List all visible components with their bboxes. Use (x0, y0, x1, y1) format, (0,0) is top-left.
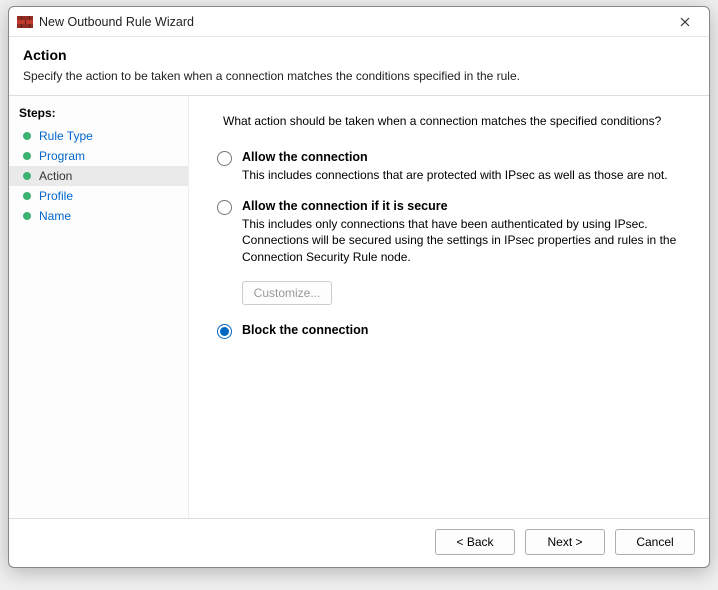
steps-sidebar: Steps: Rule Type Program Action Profile … (9, 96, 189, 518)
main-panel: What action should be taken when a conne… (189, 96, 709, 518)
option-title: Block the connection (242, 323, 685, 337)
option-title: Allow the connection if it is secure (242, 199, 685, 213)
step-bullet-icon (23, 152, 31, 160)
option-body: Allow the connection if it is secure Thi… (242, 199, 685, 265)
next-button[interactable]: Next > (525, 529, 605, 555)
back-button[interactable]: < Back (435, 529, 515, 555)
cancel-button[interactable]: Cancel (615, 529, 695, 555)
close-button[interactable] (665, 8, 705, 36)
step-bullet-icon (23, 212, 31, 220)
wizard-header: Action Specify the action to be taken wh… (9, 37, 709, 96)
radio-allow-secure[interactable] (217, 200, 232, 215)
step-bullet-icon (23, 172, 31, 180)
step-label: Program (39, 149, 85, 163)
radio-allow[interactable] (217, 151, 232, 166)
option-allow[interactable]: Allow the connection This includes conne… (217, 150, 685, 183)
option-desc: This includes connections that are prote… (242, 167, 685, 183)
wizard-body: Steps: Rule Type Program Action Profile … (9, 96, 709, 518)
step-label: Profile (39, 189, 73, 203)
step-label: Action (39, 169, 72, 183)
titlebar: New Outbound Rule Wizard (9, 7, 709, 37)
steps-label: Steps: (9, 104, 188, 126)
step-bullet-icon (23, 132, 31, 140)
option-body: Block the connection (242, 323, 685, 340)
radio-block[interactable] (217, 324, 232, 339)
step-profile[interactable]: Profile (9, 186, 188, 206)
option-allow-secure[interactable]: Allow the connection if it is secure Thi… (217, 199, 685, 265)
window-title: New Outbound Rule Wizard (39, 15, 665, 29)
step-bullet-icon (23, 192, 31, 200)
step-action[interactable]: Action (9, 166, 188, 186)
step-rule-type[interactable]: Rule Type (9, 126, 188, 146)
page-heading: Action (23, 47, 695, 63)
customize-row: Customize... (242, 281, 685, 305)
step-name[interactable]: Name (9, 206, 188, 226)
option-block[interactable]: Block the connection (217, 323, 685, 340)
wizard-footer: < Back Next > Cancel (9, 518, 709, 567)
step-program[interactable]: Program (9, 146, 188, 166)
firewall-icon (17, 14, 33, 30)
wizard-window: New Outbound Rule Wizard Action Specify … (8, 6, 710, 568)
customize-button: Customize... (242, 281, 332, 305)
prompt-text: What action should be taken when a conne… (223, 114, 685, 128)
step-label: Rule Type (39, 129, 93, 143)
step-label: Name (39, 209, 71, 223)
option-title: Allow the connection (242, 150, 685, 164)
page-subtext: Specify the action to be taken when a co… (23, 69, 695, 83)
option-desc: This includes only connections that have… (242, 216, 685, 265)
option-body: Allow the connection This includes conne… (242, 150, 685, 183)
